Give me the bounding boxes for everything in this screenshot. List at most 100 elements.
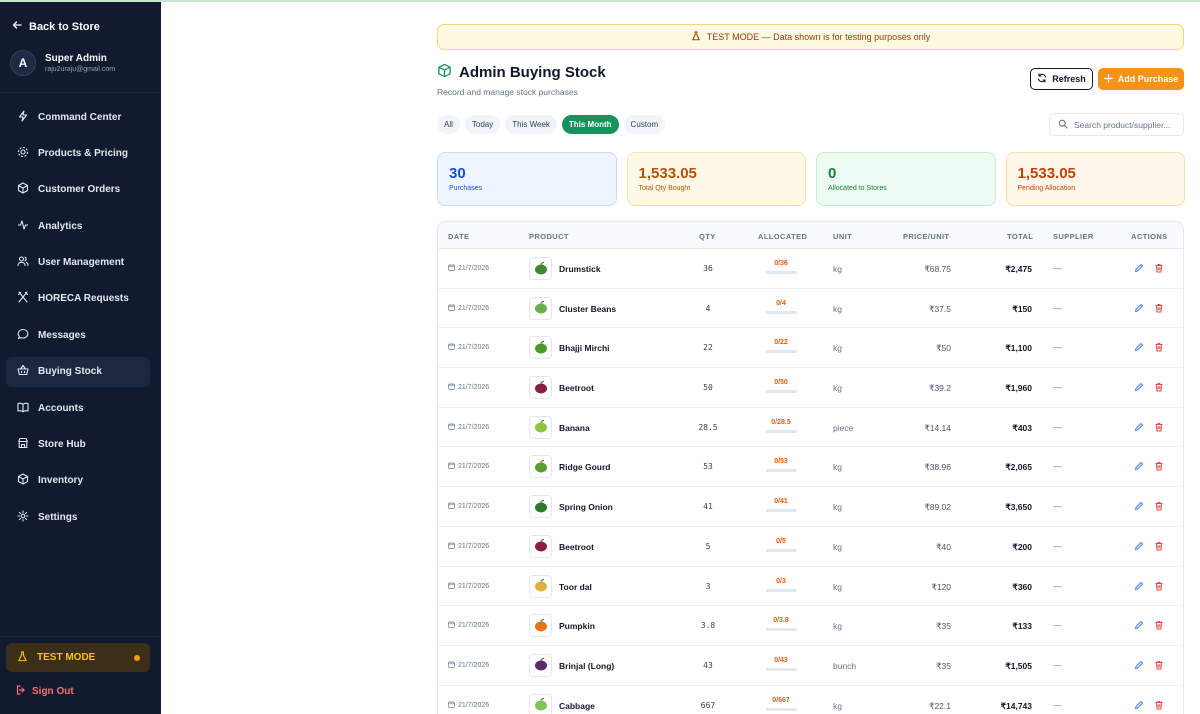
back-to-store-label: Back to Store — [29, 20, 100, 33]
banner-text: TEST MODE — Data shown is for testing pu… — [706, 32, 931, 42]
unit-cell: kg — [833, 462, 842, 473]
search-input[interactable]: Search product/supplier... — [1049, 113, 1184, 136]
sign-out-button[interactable]: Sign Out — [16, 685, 74, 698]
sidebar-item-label: Inventory — [38, 475, 84, 487]
unit-cell: kg — [833, 581, 842, 592]
unit-cell: kg — [833, 502, 842, 513]
filter-this-week[interactable]: This Week — [505, 115, 557, 134]
filter-custom[interactable]: Custom — [623, 115, 666, 134]
avatar: A — [10, 50, 36, 76]
sidebar-item-store-hub[interactable]: Store Hub — [6, 430, 150, 460]
trash-icon[interactable] — [1154, 541, 1164, 551]
sidebar-item-label: Analytics — [38, 220, 83, 232]
test-mode-label: TEST MODE — [37, 652, 96, 663]
price-cell: ₹22.1 — [929, 700, 951, 711]
product-thumbnail — [529, 574, 552, 598]
edit-icon[interactable] — [1134, 422, 1144, 432]
product-name: Drumstick — [559, 264, 601, 274]
trash-icon[interactable] — [1154, 700, 1164, 710]
product-thumbnail — [529, 415, 552, 439]
stat-card-allocated: 0 Allocated to Stores — [816, 152, 996, 206]
allocation-progress-bar — [766, 310, 797, 314]
filter-this-month[interactable]: This Month — [561, 115, 619, 134]
sidebar-item-accounts[interactable]: Accounts — [6, 393, 150, 423]
trash-icon[interactable] — [1154, 461, 1164, 471]
calendar-icon — [448, 462, 455, 471]
top-accent-line — [0, 0, 1200, 2]
trash-icon[interactable] — [1154, 422, 1164, 432]
unit-cell: kg — [833, 621, 842, 632]
sidebar-nav: Command Center Products & Pricing Customer… — [6, 102, 150, 539]
trash-icon[interactable] — [1154, 501, 1164, 511]
calendar-icon — [448, 423, 455, 432]
trash-icon[interactable] — [1154, 263, 1164, 273]
stat-label: Pending Allocation — [1017, 185, 1076, 192]
trash-icon[interactable] — [1154, 303, 1164, 313]
sidebar-item-messages[interactable]: Messages — [6, 320, 150, 350]
supplier-cell: — — [1053, 620, 1062, 631]
sidebar-item-inventory[interactable]: Inventory — [6, 466, 150, 496]
date-text: 21/7/2026 — [458, 304, 490, 312]
sidebar-item-buying-stock[interactable]: Buying Stock — [6, 356, 150, 387]
edit-icon[interactable] — [1134, 263, 1144, 273]
date-text: 21/7/2026 — [458, 661, 490, 669]
total-cell: ₹1,100 — [1005, 343, 1032, 354]
sidebar: Back to Store A Super Admin raju2uraju@g… — [0, 2, 161, 714]
trash-icon[interactable] — [1154, 342, 1164, 352]
search-placeholder: Search product/supplier... — [1074, 119, 1171, 130]
supplier-cell: — — [1053, 302, 1062, 313]
edit-icon[interactable] — [1134, 581, 1144, 591]
sidebar-item-label: Buying Stock — [38, 366, 102, 378]
table-row: 21/7/2026 Cabbage 667 0/667 kg ₹22.1 ₹14,743 — — [438, 686, 1183, 714]
allocated-cell: 0/41 — [774, 498, 788, 506]
sidebar-item-command-center[interactable]: Command Center — [6, 102, 150, 132]
unit-cell: piece — [833, 422, 854, 433]
sidebar-item-label: Products & Pricing — [38, 147, 129, 159]
edit-icon[interactable] — [1134, 342, 1144, 352]
edit-icon[interactable] — [1134, 660, 1144, 670]
trash-icon[interactable] — [1154, 382, 1164, 392]
total-cell: ₹1,505 — [1005, 660, 1032, 671]
table-body: 21/7/2026 Drumstick 36 0/36 kg ₹68.75 ₹2,475— 2… — [438, 249, 1183, 714]
filter-today[interactable]: Today — [464, 115, 501, 134]
sidebar-item-analytics[interactable]: Analytics — [6, 211, 150, 241]
sidebar-item-user-management[interactable]: User Management — [6, 248, 150, 278]
trash-icon[interactable] — [1154, 620, 1164, 630]
edit-icon[interactable] — [1134, 461, 1144, 471]
sidebar-item-horeca-requests[interactable]: HORECA Requests — [6, 284, 150, 314]
trash-icon[interactable] — [1154, 660, 1164, 670]
supplier-cell: — — [1053, 342, 1062, 353]
sidebar-item-customer-orders[interactable]: Customer Orders — [6, 175, 150, 205]
total-cell: ₹14,743 — [1000, 700, 1032, 711]
table-row: 21/7/2026 Toor dal 3 0/3 kg ₹120 ₹360 — — [438, 567, 1183, 607]
col-actions: ACTIONS — [1131, 232, 1168, 241]
edit-icon[interactable] — [1134, 620, 1144, 630]
allocated-cell: 0/43 — [774, 656, 788, 664]
table-row: 21/7/2026 Beetroot 50 0/50 kg ₹39.2 ₹1,960 — — [438, 368, 1183, 408]
table-row: 21/7/2026 Drumstick 36 0/36 kg ₹68.75 ₹2,475 — — [438, 249, 1183, 289]
calendar-icon — [448, 542, 455, 551]
sidebar-item-settings[interactable]: Settings — [6, 502, 150, 532]
edit-icon[interactable] — [1134, 382, 1144, 392]
arrow-left-icon — [12, 20, 22, 33]
sidebar-item-label: Store Hub — [38, 439, 86, 451]
edit-icon[interactable] — [1134, 541, 1144, 551]
stat-label: Total Qty Bought — [638, 185, 691, 192]
edit-icon[interactable] — [1134, 501, 1144, 511]
supplier-cell: — — [1053, 540, 1062, 551]
col-unit: UNIT — [833, 232, 853, 241]
test-mode-toggle[interactable]: TEST MODE — [6, 643, 150, 672]
date-cell: 21/7/2026 — [448, 542, 489, 551]
edit-icon[interactable] — [1134, 700, 1144, 710]
edit-icon[interactable] — [1134, 303, 1144, 313]
filter-all[interactable]: All — [437, 115, 460, 134]
add-purchase-button[interactable]: Add Purchase — [1098, 68, 1184, 90]
refresh-icon — [1037, 73, 1047, 85]
book-icon — [17, 401, 29, 416]
trash-icon[interactable] — [1154, 581, 1164, 591]
allocated-cell: 0/22 — [774, 339, 788, 347]
back-to-store-link[interactable]: Back to Store — [12, 20, 100, 33]
sidebar-item-products-pricing[interactable]: Products & Pricing — [6, 138, 150, 168]
supplier-cell: — — [1053, 659, 1062, 670]
refresh-button[interactable]: Refresh — [1030, 68, 1093, 90]
